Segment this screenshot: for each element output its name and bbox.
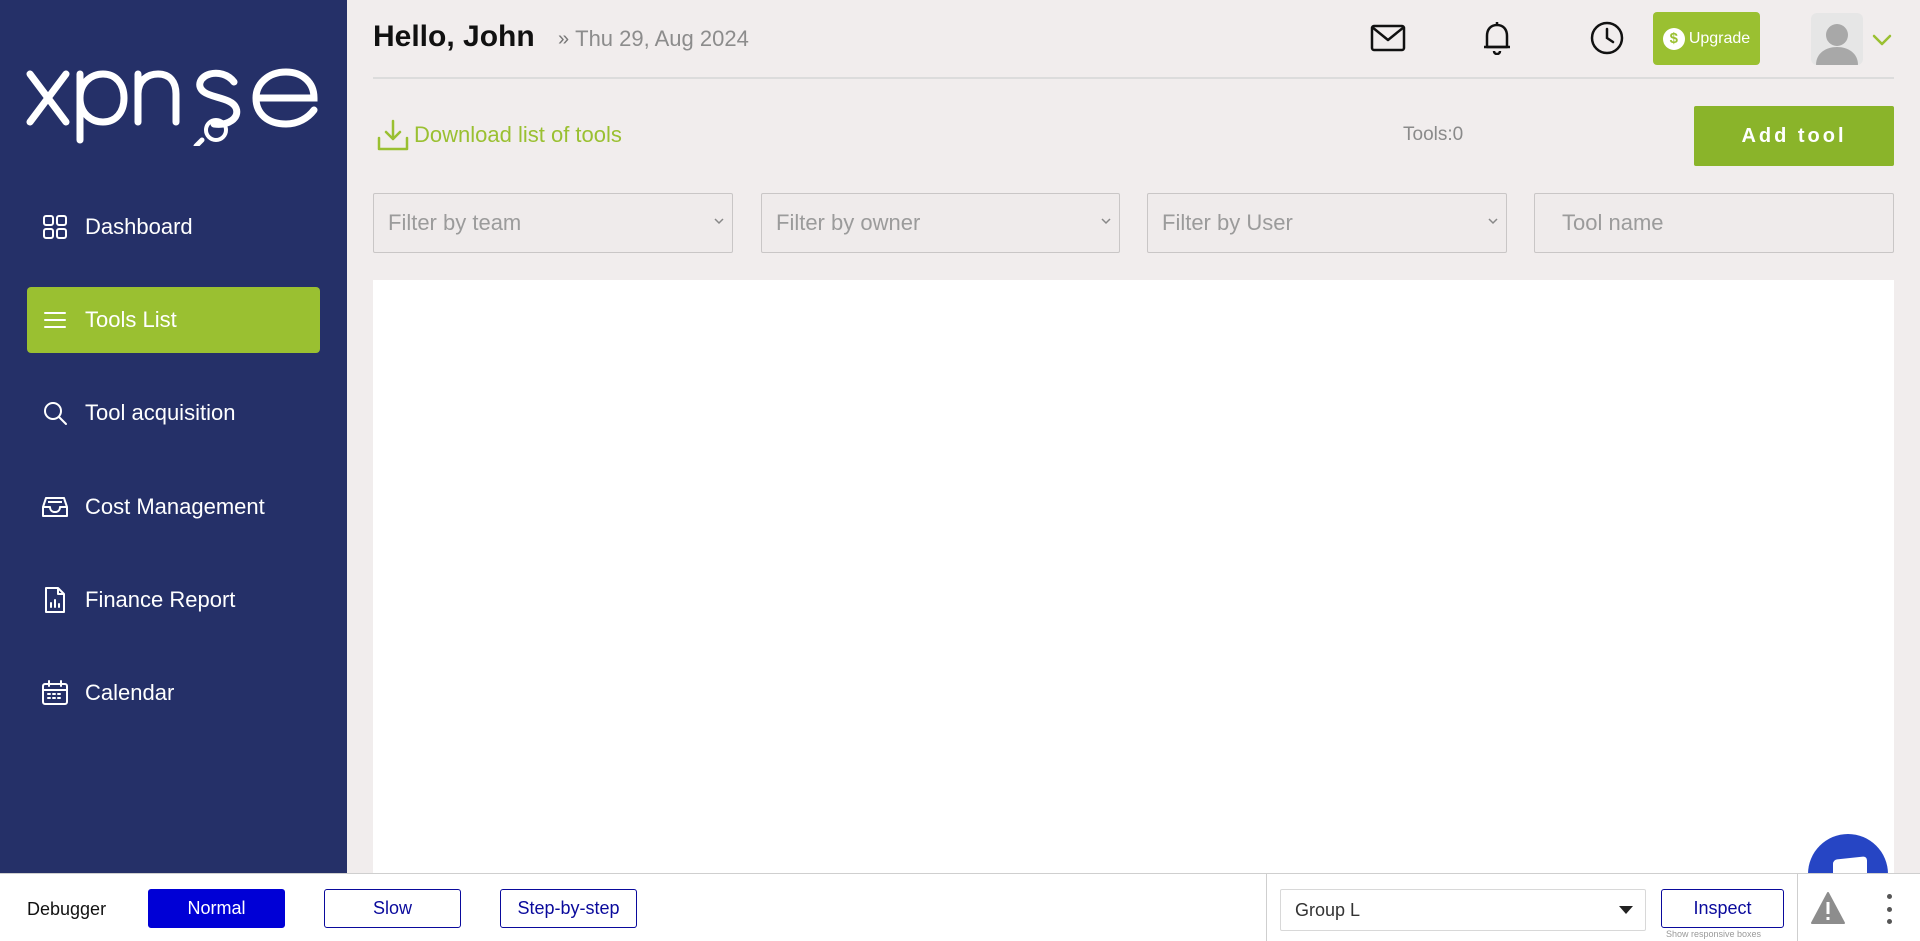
sidebar-item-label: Tools List [85, 307, 177, 332]
debug-mode-normal-button[interactable]: Normal [148, 889, 285, 928]
header-divider [373, 77, 1894, 79]
sidebar-item-cost-management[interactable]: Cost Management [27, 474, 320, 540]
list-icon [41, 306, 69, 334]
current-date: » Thu 29, Aug 2024 [558, 26, 749, 52]
divider [1797, 874, 1798, 941]
sidebar-item-label: Dashboard [85, 214, 193, 239]
divider [1266, 874, 1267, 941]
greeting: Hello, John [373, 20, 535, 53]
tools-list-panel [373, 280, 1894, 873]
sidebar-item-finance-report[interactable]: Finance Report [27, 567, 320, 633]
filter-by-team-select[interactable]: Filter by team [373, 193, 733, 253]
chevron-down-icon [1488, 218, 1498, 225]
kebab-menu-icon[interactable] [1882, 894, 1896, 924]
sidebar-item-label: Finance Report [85, 587, 236, 612]
download-label: Download list of tools [414, 122, 622, 147]
upgrade-label: Upgrade [1688, 29, 1751, 47]
chevron-down-icon [1101, 218, 1111, 225]
sidebar-item-calendar[interactable]: Calendar [27, 660, 320, 726]
tools-count: Tools:0 [1403, 124, 1464, 145]
double-chevron-right-icon: » [558, 27, 570, 50]
sidebar: Dashboard Tools List Tool acquisition Co… [0, 0, 347, 873]
debugger-bar: Debugger Normal Slow Step-by-step Group … [0, 873, 1920, 941]
filter-placeholder: Filter by User [1162, 210, 1293, 235]
warning-icon[interactable] [1810, 891, 1846, 925]
add-tool-button[interactable]: Add tool [1694, 106, 1894, 166]
filter-placeholder: Filter by team [388, 210, 522, 235]
inbox-icon [41, 493, 69, 521]
bell-icon[interactable] [1477, 18, 1517, 58]
mail-icon[interactable] [1368, 18, 1408, 58]
group-select-value: Group L [1295, 899, 1361, 920]
user-silhouette-icon [1816, 24, 1858, 65]
debug-mode-step-button[interactable]: Step-by-step [500, 889, 637, 928]
report-icon [41, 586, 69, 614]
clock-icon[interactable] [1587, 18, 1627, 58]
inspect-button[interactable]: Inspect [1661, 889, 1784, 928]
chevron-down-icon[interactable] [1870, 28, 1894, 52]
group-select[interactable]: Group L [1280, 889, 1646, 931]
filter-placeholder: Filter by owner [776, 210, 921, 235]
filter-by-owner-select[interactable]: Filter by owner [761, 193, 1120, 253]
search-icon [41, 399, 69, 427]
dollar-icon: $ [1662, 27, 1685, 50]
debugger-label: Debugger [27, 899, 107, 919]
calendar-icon [41, 679, 69, 707]
sidebar-item-tools-list[interactable]: Tools List [27, 287, 320, 353]
xpnse-logo[interactable] [26, 60, 322, 149]
download-icon [376, 118, 410, 152]
upgrade-button[interactable]: $ Upgrade [1653, 12, 1760, 65]
chevron-down-icon [714, 218, 724, 225]
filter-by-user-select[interactable]: Filter by User [1147, 193, 1507, 253]
sidebar-item-label: Tool acquisition [85, 400, 236, 425]
caret-down-icon [1619, 906, 1633, 914]
sidebar-item-dashboard[interactable]: Dashboard [27, 194, 320, 260]
sidebar-item-label: Cost Management [85, 494, 265, 519]
grid-icon [41, 213, 69, 241]
avatar[interactable] [1811, 13, 1863, 65]
debug-mode-slow-button[interactable]: Slow [324, 889, 461, 928]
download-tools-link[interactable]: Download list of tools [376, 118, 622, 152]
show-responsive-boxes-link[interactable]: Show responsive boxes [1666, 929, 1761, 939]
app-root: Dashboard Tools List Tool acquisition Co… [0, 0, 1920, 941]
date-text: Thu 29, Aug 2024 [575, 26, 749, 51]
sidebar-item-label: Calendar [85, 680, 175, 705]
tool-name-input[interactable] [1534, 193, 1894, 253]
sidebar-item-tool-acquisition[interactable]: Tool acquisition [27, 380, 320, 446]
